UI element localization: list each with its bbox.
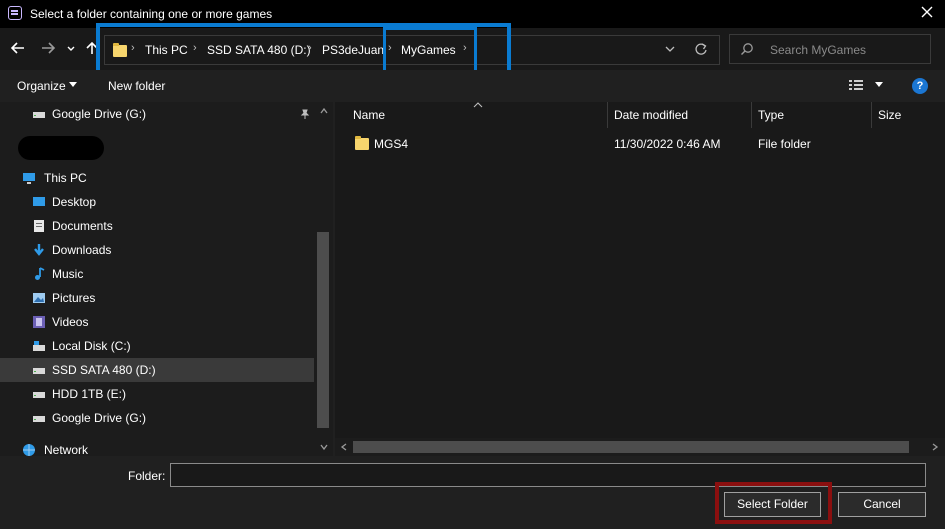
table-row[interactable]: MGS4 11/30/2022 0:46 AM File folder xyxy=(345,132,935,154)
sidebar-item-google-drive-g[interactable]: Google Drive (G:) xyxy=(0,406,314,430)
sidebar-item-label: Google Drive (G:) xyxy=(52,107,147,121)
file-list: Name Date modified Type Size MGS4 11/30/… xyxy=(335,102,945,456)
file-date-modified: 11/30/2022 0:46 AM xyxy=(614,137,721,151)
sidebar-item-label: Downloads xyxy=(52,243,112,257)
sidebar-item-label: Pictures xyxy=(52,291,96,305)
window-title: Select a folder containing one or more g… xyxy=(30,7,273,21)
horizontal-scrollbar[interactable] xyxy=(335,438,945,456)
organize-button[interactable]: Organize xyxy=(17,79,66,93)
drive-icon xyxy=(33,368,45,374)
search-input[interactable]: Search MyGames xyxy=(770,43,866,57)
scroll-right-icon[interactable] xyxy=(930,442,940,452)
recent-locations-chevron-icon[interactable] xyxy=(66,40,76,56)
sidebar-item-downloads[interactable]: Downloads xyxy=(0,238,314,262)
command-toolbar: Organize New folder ? xyxy=(0,70,945,102)
sidebar-item-videos[interactable]: Videos xyxy=(0,310,314,334)
file-type: File folder xyxy=(758,137,811,151)
sidebar-item-label: Network xyxy=(44,443,89,456)
sidebar-item-local-disk-c[interactable]: Local Disk (C:) xyxy=(0,334,314,358)
app-icon xyxy=(8,6,22,20)
drive-icon xyxy=(33,416,45,422)
sidebar-item-this-pc[interactable]: This PC xyxy=(0,166,314,190)
sidebar-item-label: SSD SATA 480 (D:) xyxy=(52,363,156,377)
folder-label: Folder: xyxy=(128,469,166,483)
mygames-highlight-box xyxy=(383,27,477,74)
sidebar-item-hdd-e[interactable]: HDD 1TB (E:) xyxy=(0,382,314,406)
sidebar-item-google-drive-pinned[interactable]: Google Drive (G:) xyxy=(0,102,314,126)
scroll-up-icon[interactable] xyxy=(319,106,329,116)
search-box[interactable]: Search MyGames xyxy=(729,34,931,64)
sidebar-item-label: Videos xyxy=(52,315,89,329)
pin-icon[interactable] xyxy=(300,109,310,119)
sidebar-item-label: HDD 1TB (E:) xyxy=(52,387,127,401)
scrollbar-thumb[interactable] xyxy=(317,232,329,428)
column-header-type[interactable]: Type xyxy=(758,108,784,122)
search-icon xyxy=(741,43,753,55)
column-divider[interactable] xyxy=(751,102,752,128)
sidebar-item-label: This PC xyxy=(44,171,87,185)
column-header-size[interactable]: Size xyxy=(878,108,901,122)
scrollbar-thumb[interactable] xyxy=(353,441,909,453)
sidebar-item-music[interactable]: Music xyxy=(0,262,314,286)
drive-icon xyxy=(33,341,45,351)
sort-ascending-icon xyxy=(473,102,483,108)
view-options-icon[interactable] xyxy=(849,79,863,92)
redacted-item xyxy=(18,136,104,160)
pictures-icon xyxy=(33,293,45,303)
sidebar-item-pictures[interactable]: Pictures xyxy=(0,286,314,310)
sidebar-item-label: Documents xyxy=(52,219,113,233)
column-divider[interactable] xyxy=(871,102,872,128)
sidebar-scrollbar[interactable] xyxy=(315,102,333,456)
column-header-name[interactable]: Name xyxy=(353,108,385,122)
sidebar-item-desktop[interactable]: Desktop xyxy=(0,190,314,214)
sidebar-item-network[interactable]: Network xyxy=(0,438,314,456)
view-dropdown-icon[interactable] xyxy=(875,82,883,88)
column-divider[interactable] xyxy=(607,102,608,128)
this-pc-icon xyxy=(23,173,35,184)
folder-icon xyxy=(355,136,369,150)
downloads-icon xyxy=(34,244,44,256)
videos-icon xyxy=(33,316,45,328)
help-icon[interactable]: ? xyxy=(912,78,928,94)
sidebar-item-ssd-d[interactable]: SSD SATA 480 (D:) xyxy=(0,358,314,382)
select-folder-highlight-box xyxy=(715,482,832,524)
address-dropdown-icon[interactable] xyxy=(664,43,676,55)
scroll-left-icon[interactable] xyxy=(339,442,349,452)
forward-arrow-icon[interactable] xyxy=(40,40,56,56)
column-header-date-modified[interactable]: Date modified xyxy=(614,108,688,122)
navigation-pane: Google Drive (G:) This PC Desktop Docume… xyxy=(0,102,333,456)
documents-icon xyxy=(34,220,44,232)
file-name: MGS4 xyxy=(374,137,409,151)
sidebar-item-label: Desktop xyxy=(52,195,97,209)
sidebar-item-label: Local Disk (C:) xyxy=(52,339,131,353)
music-icon xyxy=(35,267,45,280)
cancel-button[interactable]: Cancel xyxy=(838,492,926,517)
refresh-icon[interactable] xyxy=(694,42,708,56)
drive-icon xyxy=(33,392,45,398)
new-folder-button[interactable]: New folder xyxy=(108,79,165,93)
scroll-down-icon[interactable] xyxy=(319,442,329,452)
close-icon[interactable] xyxy=(919,4,935,20)
sidebar-item-label: Music xyxy=(52,267,84,281)
chevron-down-icon[interactable] xyxy=(69,82,77,88)
drive-icon xyxy=(33,112,45,118)
desktop-icon xyxy=(33,197,45,206)
sidebar-item-documents[interactable]: Documents xyxy=(0,214,314,238)
sidebar-item-label: Google Drive (G:) xyxy=(52,411,147,425)
network-icon xyxy=(23,444,35,456)
back-arrow-icon[interactable] xyxy=(10,40,26,56)
